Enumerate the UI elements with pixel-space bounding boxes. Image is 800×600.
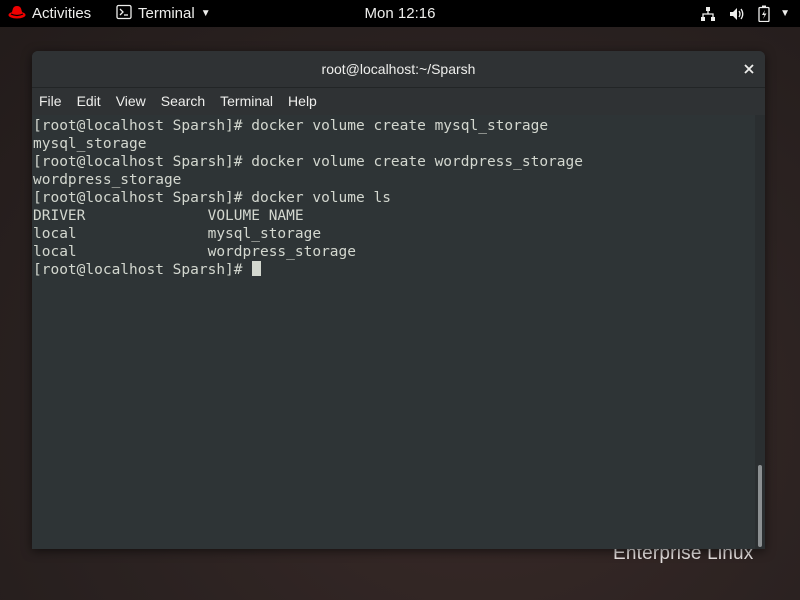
terminal-line: [root@localhost Sparsh]# docker volume l… <box>33 190 391 206</box>
close-icon[interactable] <box>739 59 759 79</box>
network-icon[interactable] <box>700 6 716 22</box>
system-tray[interactable]: ▼ <box>687 0 790 27</box>
chevron-down-icon[interactable]: ▼ <box>780 8 790 19</box>
terminal-line: [root@localhost Sparsh]# docker volume c… <box>33 118 549 134</box>
menu-terminal[interactable]: Terminal <box>213 88 280 115</box>
terminal-line: local wordpress_storage <box>33 244 357 260</box>
text-cursor <box>252 261 262 276</box>
clock[interactable]: Mon 12:16 <box>365 5 436 22</box>
terminal-line: DRIVER VOLUME NAME <box>33 208 304 224</box>
terminal-line: local mysql_storage <box>33 226 322 242</box>
top-bar: Activities Terminal ▼ Mon 12:16 ▼ <box>0 0 800 27</box>
activities-label: Activities <box>32 5 92 22</box>
terminal-line: wordpress_storage <box>33 172 182 188</box>
menu-search[interactable]: Search <box>154 88 212 115</box>
menu-file[interactable]: File <box>32 88 69 115</box>
menu-bar: File Edit View Search Terminal Help <box>32 88 765 115</box>
terminal-output[interactable]: [root@localhost Sparsh]# docker volume c… <box>32 115 755 549</box>
terminal-line: mysql_storage <box>33 136 147 152</box>
window-title: root@localhost:~/Sparsh <box>321 61 476 77</box>
menu-view[interactable]: View <box>109 88 153 115</box>
terminal-prompt-line[interactable]: [root@localhost Sparsh]# <box>33 261 755 279</box>
menu-edit[interactable]: Edit <box>70 88 108 115</box>
terminal-app-icon <box>116 4 132 24</box>
menu-help[interactable]: Help <box>281 88 324 115</box>
terminal-line: [root@localhost Sparsh]# docker volume c… <box>33 154 583 170</box>
terminal-prompt: [root@localhost Sparsh]# <box>33 262 252 278</box>
redhat-logo-icon <box>8 4 26 24</box>
terminal-window[interactable]: root@localhost:~/Sparsh File Edit View S… <box>32 51 765 549</box>
app-menu-button[interactable]: Terminal ▼ <box>116 0 211 27</box>
activities-button[interactable]: Activities <box>8 0 91 27</box>
chevron-down-icon: ▼ <box>200 8 211 19</box>
volume-icon[interactable] <box>729 6 745 22</box>
terminal-scrollbar[interactable] <box>755 115 765 549</box>
scrollbar-thumb[interactable] <box>758 465 762 547</box>
app-menu-label: Terminal <box>138 5 195 22</box>
battery-icon[interactable] <box>758 5 770 22</box>
window-titlebar[interactable]: root@localhost:~/Sparsh <box>32 51 765 88</box>
